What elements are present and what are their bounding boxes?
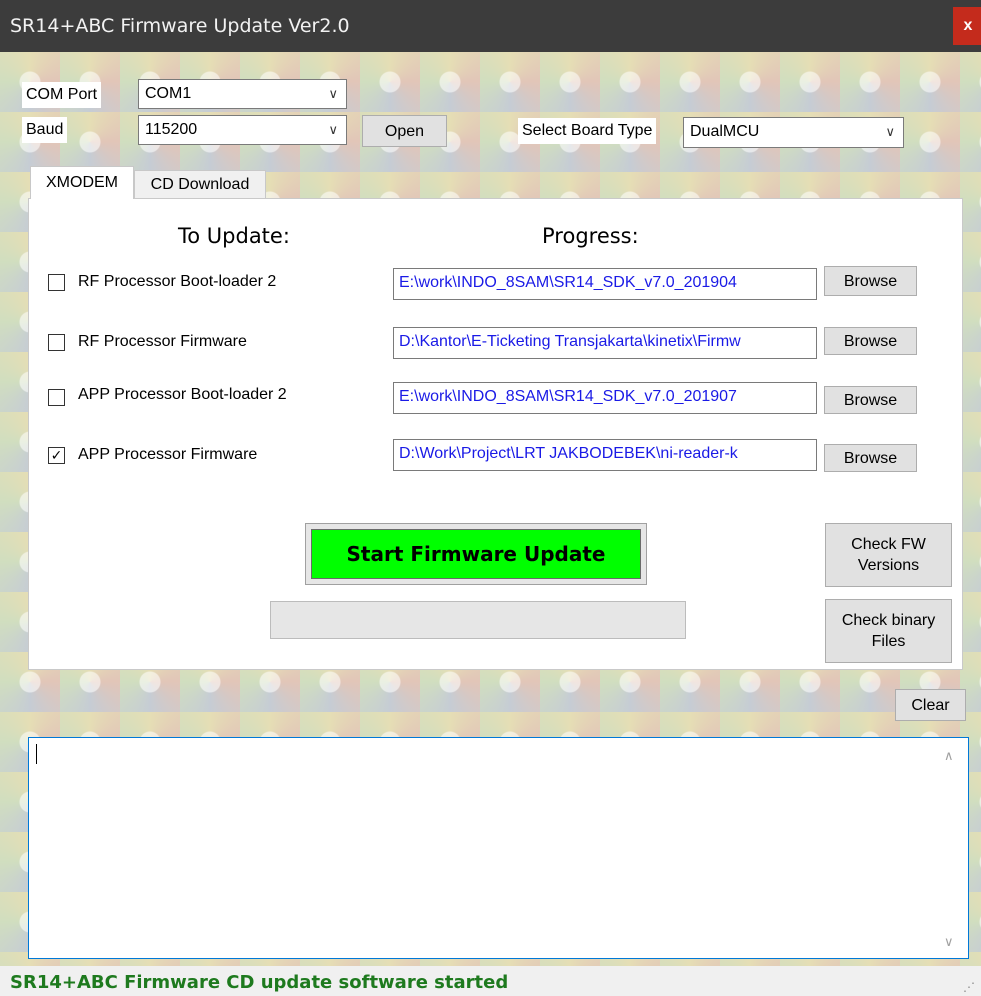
close-icon: x [963,17,973,34]
app-bootloader-label: APP Processor Boot-loader 2 [78,386,287,403]
app-bootloader-path[interactable]: E:\work\INDO_8SAM\SR14_SDK_v7.0_201907 [393,382,817,414]
rf-bootloader-label: RF Processor Boot-loader 2 [78,273,277,290]
app-bootloader-browse-button[interactable]: Browse [824,386,917,414]
com-port-value: COM1 [145,85,192,102]
check-binary-files-button[interactable]: Check binary Files [825,599,952,663]
close-button[interactable]: x [953,7,981,45]
chevron-down-icon: ∨ [885,124,895,139]
app-firmware-label: APP Processor Firmware [78,446,258,463]
com-port-label: COM Port [22,82,102,108]
to-update-heading: To Update: [178,224,290,248]
rf-bootloader-path[interactable]: E:\work\INDO_8SAM\SR14_SDK_v7.0_201904 [393,268,817,300]
update-progress-bar [270,601,686,639]
rf-firmware-label: RF Processor Firmware [78,333,247,350]
rf-firmware-path[interactable]: D:\Kantor\E-Ticketing Transjakarta\kinet… [393,327,817,359]
app-firmware-checkbox[interactable]: ✓ [48,447,65,464]
scroll-up-icon[interactable]: ∧ [944,748,954,764]
check-fw-versions-button[interactable]: Check FW Versions [825,523,952,587]
baud-label: Baud [22,117,68,143]
chevron-down-icon: ∨ [328,122,338,137]
title-bar: SR14+ABC Firmware Update Ver2.0 x [0,0,981,52]
board-type-select[interactable]: DualMCU ∨ [683,117,904,148]
rf-bootloader-checkbox[interactable] [48,274,65,291]
board-type-label: Select Board Type [518,118,657,144]
progress-heading: Progress: [542,224,639,248]
chevron-down-icon: ∨ [328,86,338,101]
checkmark-icon: ✓ [50,447,63,463]
start-button-frame: Start Firmware Update [305,523,647,585]
board-type-value: DualMCU [690,123,760,140]
log-textarea[interactable]: ∧ ∨ [28,737,969,959]
rf-bootloader-browse-button[interactable]: Browse [824,266,917,296]
window-title: SR14+ABC Firmware Update Ver2.0 [10,15,350,37]
baud-value: 115200 [145,121,198,138]
tab-xmodem[interactable]: XMODEM [30,166,134,199]
com-port-select[interactable]: COM1 ∨ [138,79,347,109]
app-firmware-browse-button[interactable]: Browse [824,444,917,472]
clear-button[interactable]: Clear [895,689,966,721]
scroll-down-icon[interactable]: ∨ [944,934,954,950]
baud-select[interactable]: 115200 ∨ [138,115,347,145]
tab-cd-download[interactable]: CD Download [134,170,266,199]
resize-grip-icon[interactable]: ⋰ [963,980,975,994]
status-text: SR14+ABC Firmware CD update software sta… [10,972,509,993]
status-bar: SR14+ABC Firmware CD update software sta… [0,966,981,996]
start-firmware-update-button[interactable]: Start Firmware Update [311,529,641,579]
app-firmware-path[interactable]: D:\Work\Project\LRT JAKBODEBEK\ni-reader… [393,439,817,471]
rf-firmware-checkbox[interactable] [48,334,65,351]
rf-firmware-browse-button[interactable]: Browse [824,327,917,355]
app-bootloader-checkbox[interactable] [48,389,65,406]
open-button[interactable]: Open [362,115,447,147]
text-caret [36,744,37,764]
